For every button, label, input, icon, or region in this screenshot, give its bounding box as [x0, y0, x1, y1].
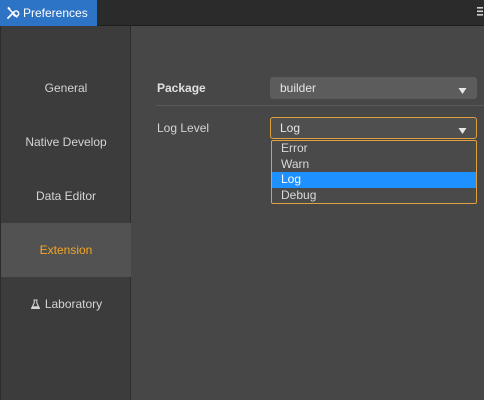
sidebar-item-label: Laboratory: [44, 297, 103, 311]
sidebar-item-label: Extension: [39, 243, 93, 257]
settings-panel: Package builder Log Level Log Error Warn…: [132, 26, 484, 400]
dropdown-option-log[interactable]: Log: [272, 172, 476, 188]
title-bar: Preferences: [0, 0, 484, 26]
log-level-dropdown: Error Warn Log Debug: [271, 140, 477, 204]
tools-icon: [6, 6, 20, 20]
sidebar-item-general[interactable]: General: [1, 61, 131, 115]
sidebar-item-data-editor[interactable]: Data Editor: [1, 169, 131, 223]
preferences-tab[interactable]: Preferences: [0, 0, 97, 26]
dropdown-option-warn[interactable]: Warn: [272, 157, 476, 173]
sidebar-item-label: General: [44, 81, 88, 95]
package-label: Package: [157, 81, 206, 95]
dropdown-option-debug[interactable]: Debug: [272, 188, 476, 204]
package-select[interactable]: builder: [270, 77, 477, 99]
divider: [156, 105, 484, 106]
sidebar-item-laboratory[interactable]: Laboratory: [1, 277, 131, 331]
sidebar-item-extension[interactable]: Extension: [1, 223, 131, 277]
sidebar: General Native Develop Data Editor Exten…: [0, 26, 131, 400]
log-level-label: Log Level: [157, 121, 210, 135]
chevron-down-icon: [458, 124, 467, 134]
log-level-value: Log: [280, 121, 301, 135]
dropdown-option-error[interactable]: Error: [272, 141, 476, 157]
sidebar-item-label: Native Develop: [25, 135, 107, 149]
sidebar-item-native-develop[interactable]: Native Develop: [1, 115, 131, 169]
hamburger-menu-icon[interactable]: [476, 6, 484, 18]
log-level-select[interactable]: Log: [270, 117, 477, 139]
package-value: builder: [280, 81, 317, 95]
sidebar-item-label: Data Editor: [35, 189, 97, 203]
flask-icon: [30, 298, 41, 310]
tab-title: Preferences: [23, 6, 88, 20]
chevron-down-icon: [458, 84, 467, 94]
